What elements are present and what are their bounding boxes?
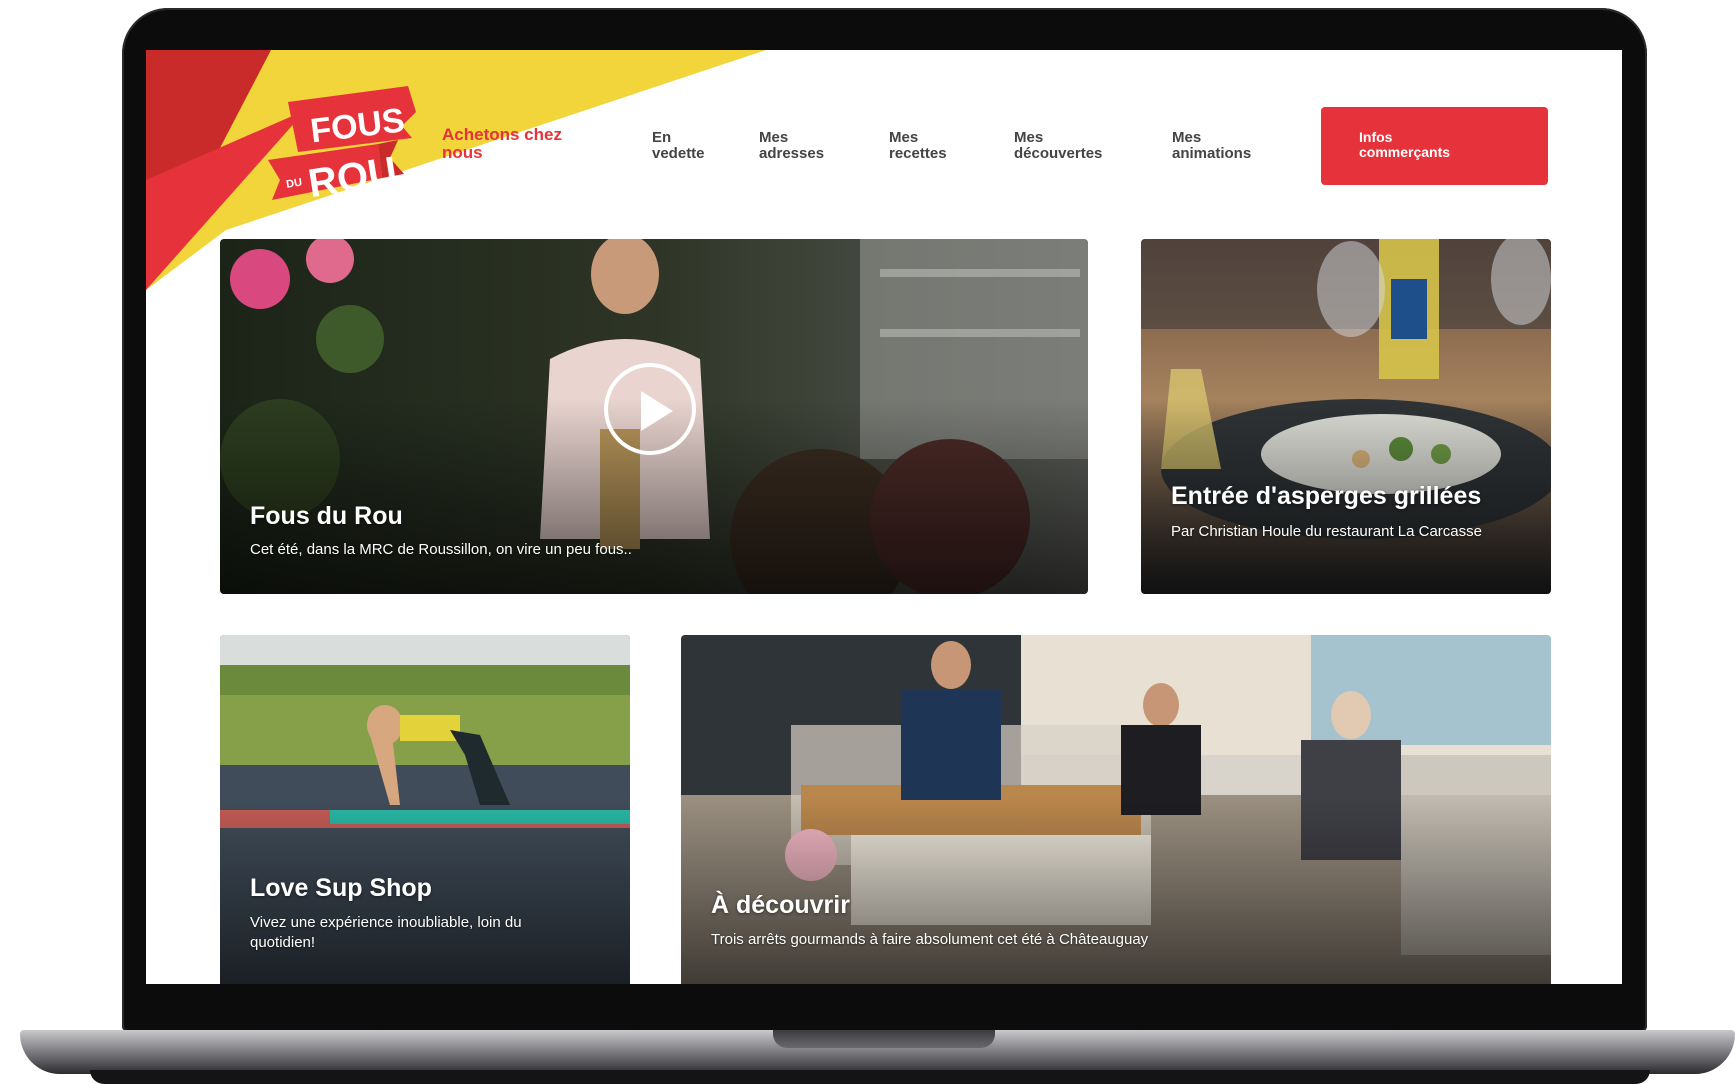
decouvrir-title: À découvrir (711, 891, 850, 919)
nav-item-mes-adresses[interactable]: Mes adresses (759, 130, 889, 162)
decouvrir-subtitle: Trois arrêts gourmands à faire absolumen… (711, 931, 1149, 948)
feature-card-fous-du-rou[interactable]: Fous du Rou Cet été, dans la MRC de Rous… (220, 239, 1088, 594)
recipe-title: Entrée d'asperges grillées (1171, 482, 1482, 510)
nav-item-en-vedette[interactable]: En vedette (652, 130, 759, 162)
recipe-card-asperges[interactable]: Entrée d'asperges grillées Par Christian… (1141, 239, 1551, 594)
tagline: Achetons chez nous (442, 125, 562, 162)
logo-word-du: DU (285, 176, 303, 190)
nav-item-mes-animations[interactable]: Mes animations (1172, 130, 1282, 162)
laptop-mockup: FOUS DU ROU Achetons chez nous En vedett… (0, 0, 1735, 1084)
infos-commercants-button[interactable]: Infos commerçants (1321, 107, 1548, 185)
recipe-subtitle: Par Christian Houle du restaurant La Car… (1171, 523, 1482, 540)
main-nav: En vedette Mes adresses Mes recettes Mes… (652, 130, 1282, 162)
card-a-decouvrir[interactable]: À découvrir Trois arrêts gourmands à fai… (681, 635, 1551, 984)
feature-title: Fous du Rou (250, 502, 403, 530)
play-icon[interactable] (604, 363, 696, 455)
card-love-sup-shop[interactable]: Love Sup Shop Vivez une expérience inoub… (220, 635, 630, 984)
sup-title: Love Sup Shop (250, 874, 432, 902)
sup-subtitle: Vivez une expérience inoubliable, loin d… (250, 914, 522, 951)
laptop-notch (773, 1030, 995, 1048)
fous-du-rou-logo[interactable]: FOUS DU ROU (258, 82, 434, 210)
feature-subtitle: Cet été, dans la MRC de Roussillon, on v… (250, 541, 632, 558)
website-screen: FOUS DU ROU Achetons chez nous En vedett… (146, 50, 1622, 984)
nav-item-mes-decouvertes[interactable]: Mes découvertes (1014, 130, 1172, 162)
laptop-base-shadow (90, 1070, 1650, 1084)
nav-item-mes-recettes[interactable]: Mes recettes (889, 130, 1014, 162)
